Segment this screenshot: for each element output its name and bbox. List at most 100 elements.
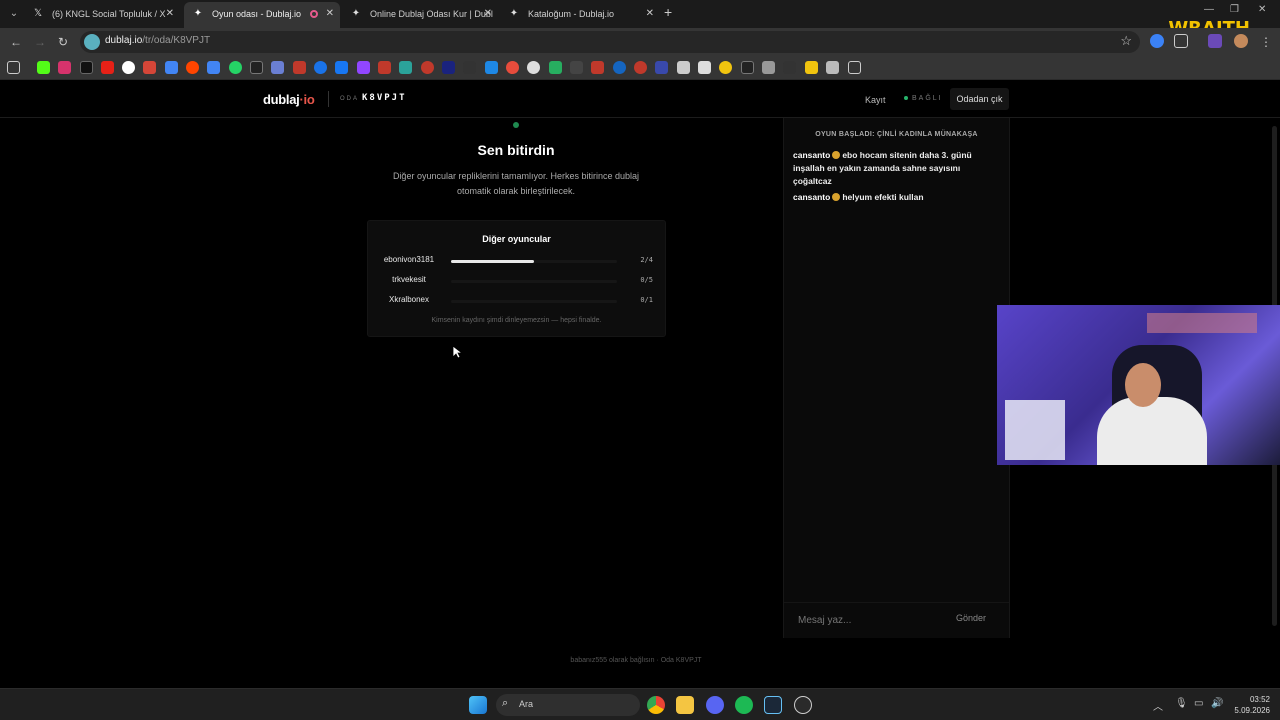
url-text[interactable]: dublaj.io/tr/oda/K8VPJT xyxy=(105,35,210,46)
bookmark-icon[interactable] xyxy=(378,61,391,74)
bookmark-icon[interactable] xyxy=(485,61,498,74)
tab-katalogum[interactable]: ✦ Kataloğum - Dublaj.io ✕ xyxy=(500,2,660,28)
x-bookmark-icon[interactable] xyxy=(80,61,93,74)
back-icon[interactable]: ← xyxy=(8,34,24,50)
minimize-icon[interactable]: — xyxy=(1204,4,1214,15)
settings-gear-icon[interactable] xyxy=(794,696,812,714)
player-name: ebonivon3181 xyxy=(383,255,435,264)
bookmark-icon[interactable] xyxy=(783,61,796,74)
bookmark-icon[interactable] xyxy=(250,61,263,74)
chat-username: cansanto xyxy=(793,150,831,160)
maximize-icon[interactable]: ❐ xyxy=(1230,4,1239,15)
volume-icon[interactable]: 🔊 xyxy=(1211,698,1223,709)
reload-icon[interactable]: ↻ xyxy=(55,34,71,50)
chat-send-button[interactable]: Gönder xyxy=(956,613,986,623)
bookmark-icon[interactable] xyxy=(698,61,711,74)
close-icon[interactable]: ✕ xyxy=(484,2,492,26)
apps-grid-icon[interactable] xyxy=(7,61,20,74)
windows-start-icon[interactable] xyxy=(469,696,487,714)
chat-panel: OYUN BAŞLADI: ÇİNLİ KADINLA MÜNAKAŞA can… xyxy=(783,118,1010,638)
bookmark-icon[interactable] xyxy=(677,61,690,74)
bookmark-icon[interactable] xyxy=(634,61,647,74)
bookmark-icon[interactable] xyxy=(826,61,839,74)
steam-icon[interactable] xyxy=(764,696,782,714)
search-icon: ⌕ xyxy=(502,697,509,709)
register-link[interactable]: Kayıt xyxy=(865,95,886,105)
extension-icon[interactable] xyxy=(1150,34,1164,48)
new-tab-icon[interactable]: + xyxy=(664,4,672,20)
site-header: dublaj·io ODA K8VPJT Kayıt BAĞLI Odadan … xyxy=(0,81,1280,118)
display-icon[interactable]: ▭ xyxy=(1194,698,1203,709)
close-icon[interactable]: ✕ xyxy=(166,2,174,26)
instagram-bookmark-icon[interactable] xyxy=(58,61,71,74)
tab-knlg-social[interactable]: 𝕏 (6) KNGL Social Topluluk / X ✕ xyxy=(24,2,180,28)
bookmark-icon[interactable] xyxy=(463,61,476,74)
extensions-puzzle-icon[interactable] xyxy=(1174,34,1188,48)
file-explorer-icon[interactable] xyxy=(676,696,694,714)
bookmark-icon[interactable] xyxy=(741,61,754,74)
bookmark-icon[interactable] xyxy=(165,61,178,74)
other-players-panel: Diğer oyuncular ebonivon3181 2/4 trkveke… xyxy=(367,220,666,337)
bookmark-icon[interactable] xyxy=(762,61,775,74)
bookmark-icon[interactable] xyxy=(421,61,434,74)
chrome-icon[interactable] xyxy=(647,696,665,714)
header-divider xyxy=(328,91,329,107)
twitch-bookmark-icon[interactable] xyxy=(357,61,370,74)
bookmark-icon[interactable] xyxy=(655,61,668,74)
bookmark-icon[interactable] xyxy=(506,61,519,74)
media-icon[interactable] xyxy=(1208,34,1222,48)
chevron-up-icon[interactable]: ︿ xyxy=(1153,698,1163,713)
bookmark-icon[interactable] xyxy=(442,61,455,74)
tab-online-dublaj[interactable]: ✦ Online Dublaj Odası Kur | Dubl ✕ xyxy=(342,2,498,28)
dublaj-logo[interactable]: dublaj·io xyxy=(263,92,315,107)
kick-bookmark-icon[interactable] xyxy=(37,61,50,74)
bookmark-icon[interactable] xyxy=(591,61,604,74)
browser-toolbar: ← → ↻ dublaj.io/tr/oda/K8VPJT ☆ ⋮ xyxy=(0,28,1280,56)
taskbar-clock[interactable]: 03:52 5.09.2026 xyxy=(1226,694,1270,716)
forward-icon[interactable]: → xyxy=(32,34,48,50)
leave-room-button[interactable]: Odadan çık xyxy=(950,88,1009,110)
bookmark-icon[interactable] xyxy=(719,61,732,74)
bookmarks-bar xyxy=(0,56,1280,80)
profile-avatar-icon[interactable] xyxy=(1234,34,1248,48)
tab-search-icon[interactable]: ⌄ xyxy=(6,6,22,22)
chat-message-input[interactable] xyxy=(790,607,940,633)
bookmark-icon[interactable] xyxy=(549,61,562,74)
bookmark-icon[interactable] xyxy=(314,61,327,74)
recording-icon xyxy=(310,10,318,18)
taskbar-search[interactable]: ⌕ Ara xyxy=(496,694,640,716)
bookmark-icon[interactable] xyxy=(848,61,861,74)
folder-bookmark-icon[interactable] xyxy=(805,61,818,74)
spotify-icon[interactable] xyxy=(735,696,753,714)
microphone-icon[interactable]: 🎙 xyxy=(1175,698,1188,709)
tab-strip: ⌄ 𝕏 (6) KNGL Social Topluluk / X ✕ ✦ Oyu… xyxy=(0,0,1280,39)
close-icon[interactable]: ✕ xyxy=(646,2,654,26)
status-dot-icon xyxy=(904,96,908,101)
close-window-icon[interactable]: ✕ xyxy=(1258,4,1266,15)
google-bookmark-icon[interactable] xyxy=(122,61,135,74)
address-bar[interactable]: dublaj.io/tr/oda/K8VPJT ☆ xyxy=(80,31,1140,53)
facebook-bookmark-icon[interactable] xyxy=(335,61,348,74)
bookmark-icon[interactable] xyxy=(399,61,412,74)
youtube-bookmark-icon[interactable] xyxy=(101,61,114,74)
reddit-bookmark-icon[interactable] xyxy=(186,61,199,74)
gmail-bookmark-icon[interactable] xyxy=(143,61,156,74)
finished-subtitle: Diğer oyuncular repliklerini tamamlıyor.… xyxy=(392,171,640,196)
bookmark-star-icon[interactable]: ☆ xyxy=(1120,33,1132,49)
bookmark-icon[interactable] xyxy=(613,61,626,74)
room-code: K8VPJT xyxy=(362,93,407,103)
player-row: Xkralbonex 0/1 xyxy=(368,294,665,308)
bookmark-icon[interactable] xyxy=(527,61,540,74)
bookmark-icon[interactable] xyxy=(271,61,284,74)
emoji-icon xyxy=(832,151,841,159)
tab-oyun-odasi[interactable]: ✦ Oyun odası - Dublaj.io ✕ xyxy=(184,2,340,28)
site-info-icon[interactable] xyxy=(84,34,100,50)
bookmark-icon[interactable] xyxy=(293,61,306,74)
bookmark-icon[interactable] xyxy=(570,61,583,74)
discord-icon[interactable] xyxy=(706,696,724,714)
dublaj-favicon-icon: ✦ xyxy=(509,8,519,19)
translate-bookmark-icon[interactable] xyxy=(207,61,220,74)
menu-kebab-icon[interactable]: ⋮ xyxy=(1258,34,1274,50)
close-icon[interactable]: ✕ xyxy=(326,2,334,26)
whatsapp-bookmark-icon[interactable] xyxy=(229,61,242,74)
